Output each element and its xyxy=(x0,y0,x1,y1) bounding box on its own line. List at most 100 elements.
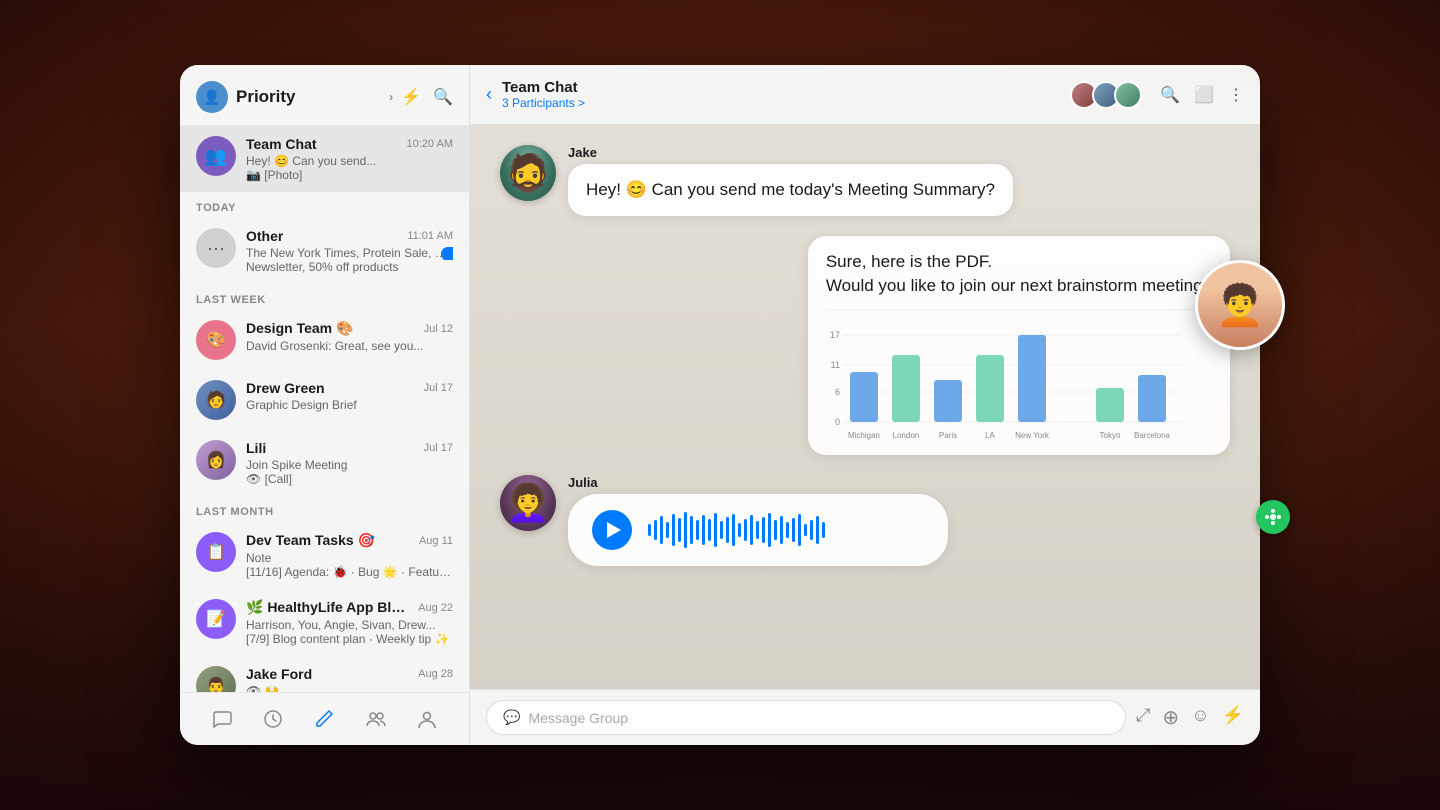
convo-healthylife[interactable]: 📝 🌿 HealthyLife App Blog 🌿 Aug 22 Harris… xyxy=(180,589,469,656)
healthylife-time: Aug 22 xyxy=(418,602,453,614)
other-avatar: ··· xyxy=(196,228,236,268)
back-button[interactable]: ‹ xyxy=(486,84,492,105)
header-search-icon[interactable]: 🔍 xyxy=(1160,85,1180,105)
floating-user-avatar: 🧑‍🦱 xyxy=(1195,260,1285,350)
wave-bar xyxy=(774,520,777,540)
design-team-time: Jul 12 xyxy=(424,323,453,335)
app-window: 👤 Priority › ⚡ 🔍 👥 Team Chat 10:20 AM He… xyxy=(180,65,1260,745)
wave-bar xyxy=(744,519,747,541)
section-last-month: LAST MONTH xyxy=(180,496,469,522)
wave-bar xyxy=(726,517,729,543)
design-team-avatar: 🎨 xyxy=(196,320,236,360)
other-time: 11:01 AM xyxy=(407,230,453,242)
nav-compose[interactable] xyxy=(308,703,340,735)
wave-bar xyxy=(696,520,699,540)
wave-bar xyxy=(804,524,807,536)
drew-green-avatar: 🧑 xyxy=(196,380,236,420)
chat-input-area: 💬 Message Group ⤢ ⊕ ☺ ⚡ xyxy=(470,689,1260,745)
jake-avatar: 🧔 xyxy=(500,145,556,201)
priority-chevron[interactable]: › xyxy=(389,90,393,104)
jake-message-wrap: Jake Hey! 😊 Can you send me today's Meet… xyxy=(568,145,1013,216)
wave-bar xyxy=(822,522,825,538)
julia-avatar: 👩‍🦱 xyxy=(500,475,556,531)
drew-green-name: Drew Green xyxy=(246,380,325,396)
expand-icon[interactable]: ⤢ xyxy=(1136,705,1150,730)
svg-text:11: 11 xyxy=(830,360,839,370)
svg-text:Tokyo: Tokyo xyxy=(1099,431,1120,440)
other-badge: 6 xyxy=(441,247,453,260)
wave-bar xyxy=(648,524,651,536)
jake-bubble: Hey! 😊 Can you send me today's Meeting S… xyxy=(568,164,1013,216)
svg-text:6: 6 xyxy=(835,387,840,397)
message-julia: 👩‍🦱 Julia xyxy=(500,475,1230,566)
convo-team-chat[interactable]: 👥 Team Chat 10:20 AM Hey! 😊 Can you send… xyxy=(180,126,469,192)
section-today: TODAY xyxy=(180,192,469,218)
message-input-box[interactable]: 💬 Message Group xyxy=(486,700,1126,735)
svg-text:Barcelona: Barcelona xyxy=(1134,431,1171,440)
wave-bar xyxy=(714,513,717,547)
wave-bar xyxy=(738,523,741,537)
nav-groups[interactable] xyxy=(360,703,392,735)
other-preview2: Newsletter, 50% off products xyxy=(246,260,453,274)
bar-chart: 17 11 6 0 xyxy=(826,320,1186,450)
message-jake: 🧔 Jake Hey! 😊 Can you send me today's Me… xyxy=(500,145,1230,216)
wave-bar xyxy=(756,521,759,539)
message-placeholder: Message Group xyxy=(528,710,1109,726)
design-team-preview: David Grosenki: Great, see you... xyxy=(246,339,453,353)
participants-avatars xyxy=(1070,81,1142,109)
healthylife-avatar: 📝 xyxy=(196,599,236,639)
convo-jake-ford[interactable]: 👨 Jake Ford Aug 28 👁 🙌 xyxy=(180,656,469,692)
filter-icon[interactable]: ⚡ xyxy=(401,87,421,107)
participants-label[interactable]: 3 Participants > xyxy=(502,96,1060,110)
header-video-icon[interactable]: ⬜ xyxy=(1194,85,1214,105)
dev-team-time: Aug 11 xyxy=(419,535,453,547)
team-chat-preview: Hey! 😊 Can you send... xyxy=(246,154,453,168)
dev-team-preview2: [11/16] Agenda: 🐞 · Bug 🌟 · Feature ⚙ xyxy=(246,565,453,579)
healthylife-preview: Harrison, You, Angie, Sivan, Drew... xyxy=(246,618,453,632)
convo-drew-green[interactable]: 🧑 Drew Green Jul 17 Graphic Design Brief xyxy=(180,370,469,430)
wave-bar xyxy=(762,517,765,543)
team-chat-name: Team Chat xyxy=(246,136,317,152)
audio-waveform xyxy=(648,510,924,550)
julia-sender-name: Julia xyxy=(568,475,948,490)
svg-text:LA: LA xyxy=(985,431,995,440)
section-last-week: LAST WEEK xyxy=(180,284,469,310)
lili-avatar: 👩 xyxy=(196,440,236,480)
outgoing-message-text: Sure, here is the PDF.Would you like to … xyxy=(826,250,1212,298)
convo-other[interactable]: ··· Other 11:01 AM The New York Times, P… xyxy=(180,218,469,284)
chat-title: Team Chat xyxy=(502,79,1060,96)
chart-container: 17 11 6 0 xyxy=(826,309,1212,455)
nav-profile[interactable] xyxy=(411,703,443,735)
svg-text:New York: New York xyxy=(1015,431,1050,440)
convo-dev-team[interactable]: 📋 Dev Team Tasks 🎯 Aug 11 Note [11/16] A… xyxy=(180,522,469,589)
audio-play-button[interactable] xyxy=(592,510,632,550)
bolt-icon[interactable]: ⚡ xyxy=(1222,705,1244,730)
input-icons: ⤢ ⊕ ☺ ⚡ xyxy=(1136,705,1244,730)
wave-bar xyxy=(684,512,687,548)
nav-chat[interactable] xyxy=(206,703,238,735)
message-outgoing: Sure, here is the PDF.Would you like to … xyxy=(500,236,1230,456)
convo-lili[interactable]: 👩 Lili Jul 17 Join Spike Meeting 👁 [Call… xyxy=(180,430,469,496)
team-chat-avatar: 👥 xyxy=(196,136,236,176)
wave-bar xyxy=(750,515,753,545)
wave-bar xyxy=(678,518,681,542)
lili-preview: Join Spike Meeting xyxy=(246,458,453,472)
emoji-icon[interactable]: ☺ xyxy=(1191,705,1209,730)
nav-history[interactable] xyxy=(257,703,289,735)
play-icon xyxy=(607,522,621,538)
audio-bubble xyxy=(568,494,948,566)
dev-team-avatar: 📋 xyxy=(196,532,236,572)
header-more-icon[interactable]: ⋮ xyxy=(1228,85,1244,105)
chat-header-info: Team Chat 3 Participants > xyxy=(502,79,1060,110)
add-icon[interactable]: ⊕ xyxy=(1162,705,1179,730)
green-action-button[interactable] xyxy=(1256,500,1290,534)
convo-design-team[interactable]: 🎨 Design Team 🎨 Jul 12 David Grosenki: G… xyxy=(180,310,469,370)
other-name: Other xyxy=(246,228,283,244)
search-icon[interactable]: 🔍 xyxy=(433,87,453,107)
other-preview: The New York Times, Protein Sale, 6 xyxy=(246,246,453,260)
chat-main-area: ‹ Team Chat 3 Participants > 🔍 ⬜ ⋮ 🧔 xyxy=(470,65,1260,745)
outgoing-bubble: Sure, here is the PDF.Would you like to … xyxy=(808,236,1230,456)
wave-bar xyxy=(660,516,663,544)
wave-bar xyxy=(786,522,789,538)
wave-bar xyxy=(672,514,675,546)
